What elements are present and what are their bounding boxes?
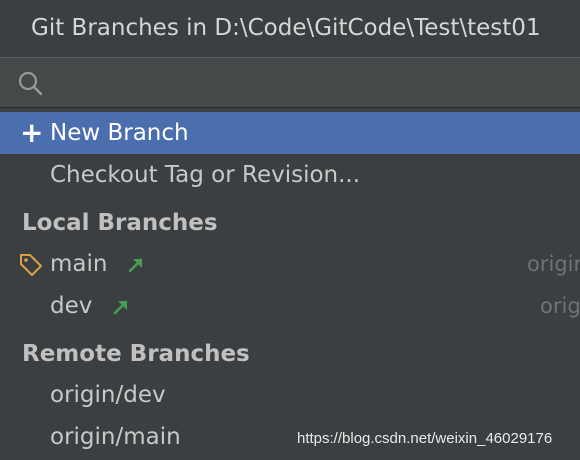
search-bar[interactable] <box>0 57 580 108</box>
local-branch-dev[interactable]: dev origi <box>0 285 580 327</box>
outgoing-arrow-icon <box>113 300 127 314</box>
tracking-branch: origir <box>527 252 580 276</box>
checkout-tag-label: Checkout Tag or Revision... <box>50 162 361 188</box>
remote-branch-origin-dev[interactable]: origin/dev <box>0 374 580 416</box>
search-input[interactable] <box>52 66 566 100</box>
new-branch-item[interactable]: + New Branch <box>0 112 580 154</box>
outgoing-arrow-icon <box>128 258 143 272</box>
local-branches-header: Local Branches <box>22 210 218 236</box>
plus-icon: + <box>20 116 44 149</box>
new-branch-label: New Branch <box>50 120 189 146</box>
popup-title: Git Branches in D:\Code\GitCode\Test\tes… <box>0 0 580 57</box>
branch-name: origin/dev <box>50 382 166 408</box>
checkout-tag-item[interactable]: Checkout Tag or Revision... <box>0 154 580 196</box>
watermark-text: https://blog.csdn.net/weixin_46029176 <box>297 430 553 447</box>
search-icon <box>18 71 43 96</box>
current-branch-tag-icon <box>20 254 42 276</box>
tracking-branch: origi <box>540 294 580 318</box>
branch-name: main <box>50 251 108 277</box>
branch-name: dev <box>50 293 93 319</box>
branch-name: origin/main <box>50 424 181 450</box>
remote-branches-header: Remote Branches <box>22 341 250 367</box>
local-branch-main[interactable]: main origir <box>0 243 580 285</box>
